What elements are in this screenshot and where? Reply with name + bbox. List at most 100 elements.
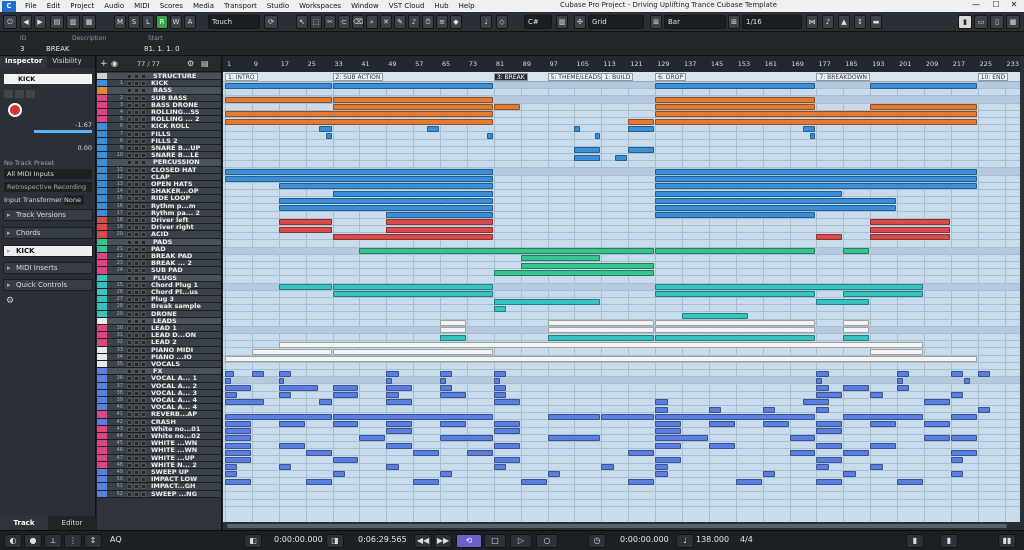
- mute-toggle[interactable]: [127, 398, 132, 403]
- midi-part[interactable]: [225, 176, 493, 183]
- mute-toggle[interactable]: [127, 455, 132, 461]
- midi-part[interactable]: [386, 420, 413, 427]
- midi-part[interactable]: [816, 384, 829, 391]
- midi-part[interactable]: [843, 471, 856, 478]
- midi-part[interactable]: [816, 392, 843, 399]
- midi-part[interactable]: [278, 284, 332, 291]
- midi-part[interactable]: [305, 449, 332, 456]
- read-toggle[interactable]: [141, 268, 146, 274]
- midi-part[interactable]: [225, 392, 238, 399]
- midi-part[interactable]: [655, 320, 816, 327]
- mute-toggle[interactable]: [127, 138, 132, 144]
- menu-item-file[interactable]: File: [20, 2, 42, 10]
- midi-part[interactable]: [977, 406, 991, 413]
- midi-part[interactable]: [251, 370, 265, 377]
- id-value[interactable]: 3: [20, 45, 24, 53]
- read-toggle[interactable]: [141, 102, 146, 108]
- midi-part[interactable]: [520, 262, 655, 269]
- solo-toggle[interactable]: [134, 239, 139, 245]
- read-toggle[interactable]: [141, 333, 146, 339]
- track-lane[interactable]: [223, 363, 1020, 370]
- marker[interactable]: 7: BREAKDOWN: [816, 73, 870, 81]
- midi-part[interactable]: [440, 471, 453, 478]
- midi-part[interactable]: [655, 399, 668, 406]
- mute-tool-icon[interactable]: ✕: [380, 15, 392, 29]
- mute-toggle[interactable]: [127, 441, 132, 447]
- solo-toggle[interactable]: [134, 441, 139, 447]
- midi-part[interactable]: [655, 176, 977, 183]
- midi-part[interactable]: [278, 197, 493, 204]
- nudge-icon[interactable]: ◇: [496, 15, 508, 29]
- comp-tool-icon[interactable]: ≡: [436, 15, 448, 29]
- midi-part[interactable]: [547, 327, 655, 334]
- solo-toggle[interactable]: [134, 282, 139, 288]
- signature-value[interactable]: 4/4: [740, 535, 753, 544]
- event-display[interactable]: [223, 82, 1020, 522]
- midi-part[interactable]: [332, 190, 493, 197]
- play-tool-icon[interactable]: ♪: [408, 15, 420, 29]
- mute-toggle[interactable]: [127, 347, 132, 353]
- midi-part[interactable]: [923, 435, 950, 442]
- solo-toggle[interactable]: [134, 131, 139, 137]
- marker[interactable]: 5: THEME/LEADS: [547, 73, 604, 81]
- glue-tool-icon[interactable]: ⊂: [338, 15, 350, 29]
- solo-toggle[interactable]: [134, 462, 139, 468]
- midi-part[interactable]: [225, 356, 977, 363]
- midi-part[interactable]: [816, 420, 843, 427]
- track-lane[interactable]: [223, 89, 1020, 97]
- read-toggle[interactable]: [141, 434, 146, 439]
- time-display-icon[interactable]: ◷: [588, 534, 606, 548]
- midi-part[interactable]: [628, 147, 655, 154]
- midi-part[interactable]: [332, 104, 493, 111]
- midi-part[interactable]: [601, 413, 655, 420]
- midi-part[interactable]: [870, 226, 950, 233]
- solo-toggle[interactable]: [134, 419, 139, 425]
- mute-toggle[interactable]: [127, 261, 132, 267]
- read-toggle[interactable]: [141, 405, 146, 411]
- midi-part[interactable]: [802, 125, 816, 132]
- midi-part[interactable]: [950, 471, 964, 478]
- read-toggle[interactable]: [141, 470, 146, 475]
- mute-toggle[interactable]: [127, 290, 132, 295]
- project-window[interactable]: 1 9 17 25 33 41 49 57 65 73 81 89 97 105 113 121 129 137 1…: [223, 56, 1020, 522]
- midi-part[interactable]: [332, 413, 493, 420]
- tab-inspector[interactable]: Inspector: [0, 56, 48, 68]
- mute-toggle[interactable]: [127, 110, 132, 115]
- cursor-icon[interactable]: ↕: [854, 15, 866, 29]
- track-lane[interactable]: [223, 464, 1020, 471]
- automation-mode-select[interactable]: Touch: [208, 15, 260, 29]
- solo-toggle[interactable]: [134, 398, 139, 403]
- mute-toggle[interactable]: [127, 470, 132, 475]
- menu-item-project[interactable]: Project: [65, 2, 99, 10]
- tab-editor[interactable]: Editor: [48, 516, 96, 530]
- snap-toggle-icon[interactable]: ✣: [574, 15, 586, 29]
- midi-part[interactable]: [950, 413, 977, 420]
- track-settings-icon[interactable]: ⚙: [187, 59, 194, 68]
- menu-item-scores[interactable]: Scores: [155, 2, 188, 10]
- midi-part[interactable]: [386, 370, 399, 377]
- midi-part[interactable]: [278, 384, 319, 391]
- midi-part[interactable]: [655, 334, 816, 341]
- track-lane[interactable]: [223, 435, 1020, 442]
- track-lane[interactable]: [223, 276, 1020, 284]
- mute-toggle[interactable]: [127, 146, 132, 151]
- mute-toggle[interactable]: [127, 246, 132, 252]
- midi-part[interactable]: [870, 420, 897, 427]
- midi-part[interactable]: [655, 118, 977, 125]
- activate-project-icon[interactable]: ⏻: [3, 15, 17, 29]
- mute-toggle[interactable]: [127, 174, 132, 180]
- solo-button[interactable]: S: [128, 15, 140, 29]
- midi-part[interactable]: [386, 392, 399, 399]
- section-chords[interactable]: Chords: [3, 227, 93, 239]
- midi-part[interactable]: [950, 449, 977, 456]
- midi-part[interactable]: [816, 377, 823, 384]
- menu-item-vst-cloud[interactable]: VST Cloud: [384, 2, 430, 10]
- right-zone-toggle-icon[interactable]: ▯: [990, 15, 1004, 29]
- description-value[interactable]: BREAK: [46, 45, 69, 53]
- midi-part[interactable]: [440, 320, 466, 327]
- solo-toggle[interactable]: [134, 246, 139, 252]
- midi-part[interactable]: [809, 132, 816, 139]
- solo-toggle[interactable]: [134, 153, 139, 159]
- track-lane[interactable]: [223, 485, 1020, 493]
- midi-part[interactable]: [493, 442, 520, 449]
